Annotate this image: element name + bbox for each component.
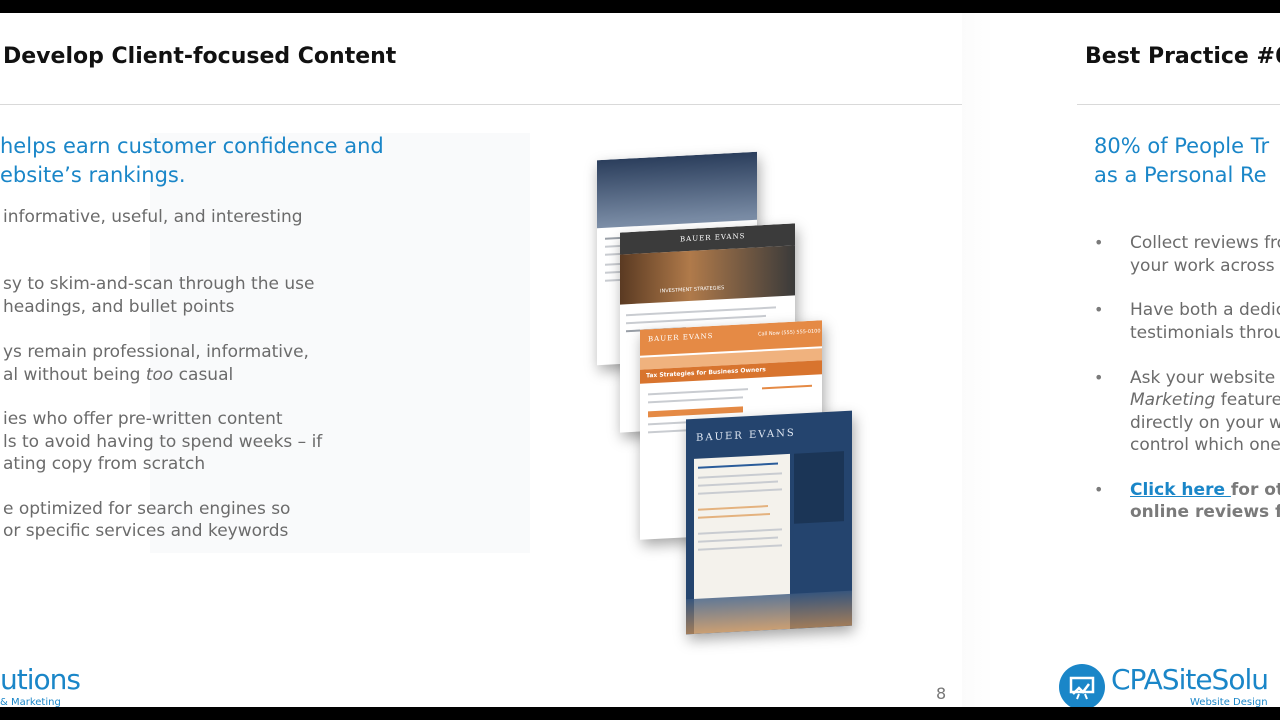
slide-subtitle-line1: helps earn customer confidence and [0, 134, 384, 158]
slide-subtitle-line1: 80% of People Tr [1094, 134, 1270, 158]
slide-title: Best Practice #6: [1085, 44, 1280, 69]
slide-8: Develop Client-focused Content helps ear… [0, 13, 1040, 707]
bullet-2-line1: Have both a dedic [1130, 300, 1280, 320]
bullet-4-line1: ies who offer pre-written content [3, 409, 283, 429]
slide-subtitle-line2: ebsite’s rankings. [0, 163, 186, 187]
logo-tagline: Website Design [1190, 697, 1268, 707]
bullet-4-line3: ating copy from scratch [3, 454, 206, 474]
bullet-3-line4: control which one [1130, 435, 1280, 455]
bullet-1-line1: informative, useful, and interesting [3, 207, 303, 227]
bullet-2-line2: testimonials throu [1130, 323, 1280, 343]
bullet-3-line2: Marketing feature [1130, 390, 1280, 410]
cpa-site-solutions-logo-text: utions [0, 663, 81, 696]
mockup-page-4: BAUER EVANS [686, 410, 852, 635]
bullet-dot-4: • [1094, 480, 1104, 499]
title-divider [0, 104, 962, 105]
cpa-logo-icon [1059, 664, 1105, 707]
page-number: 8 [936, 684, 947, 703]
bullet-3-line2: al without being too casual [3, 365, 234, 385]
bullet-4-line2: online reviews for [1130, 502, 1280, 522]
bullet-4-line2: ls to avoid having to spend weeks – if [3, 432, 323, 452]
bullet-dot-3: • [1094, 368, 1104, 387]
slide-subtitle-line2: as a Personal Re [1094, 163, 1267, 187]
bullet-2-line2: headings, and bullet points [3, 297, 235, 317]
bullet-3-line3: directly on your w [1130, 413, 1280, 433]
bullet-5-line2: or specific services and keywords [3, 521, 289, 541]
bullet-3-line1: Ask your website [1130, 368, 1276, 388]
slide-title: Develop Client-focused Content [3, 44, 397, 69]
cpa-site-solutions-logo-text: CPASiteSolu [1111, 663, 1269, 696]
bullet-3-line1: ys remain professional, informative, [3, 342, 309, 362]
logo-tagline: & Marketing [0, 697, 61, 707]
click-here-link[interactable]: Click here [1130, 480, 1231, 500]
bullet-dot-2: • [1094, 300, 1104, 319]
slide-9: Best Practice #6: 80% of People Tr as a … [1040, 13, 1280, 707]
bullet-5-line1: e optimized for search engines so [3, 499, 291, 519]
title-divider [1077, 104, 1280, 105]
bullet-1-line2: your work across [1130, 256, 1275, 276]
slide-gap [962, 13, 1040, 707]
presentation-viewport: Develop Client-focused Content helps ear… [0, 13, 1280, 707]
bullet-1-line1: Collect reviews fro [1130, 233, 1280, 253]
bullet-2-line1: sy to skim-and-scan through the use [3, 274, 315, 294]
bullet-dot-1: • [1094, 233, 1104, 252]
bullet-4-line1: Click here for oth [1130, 480, 1280, 500]
